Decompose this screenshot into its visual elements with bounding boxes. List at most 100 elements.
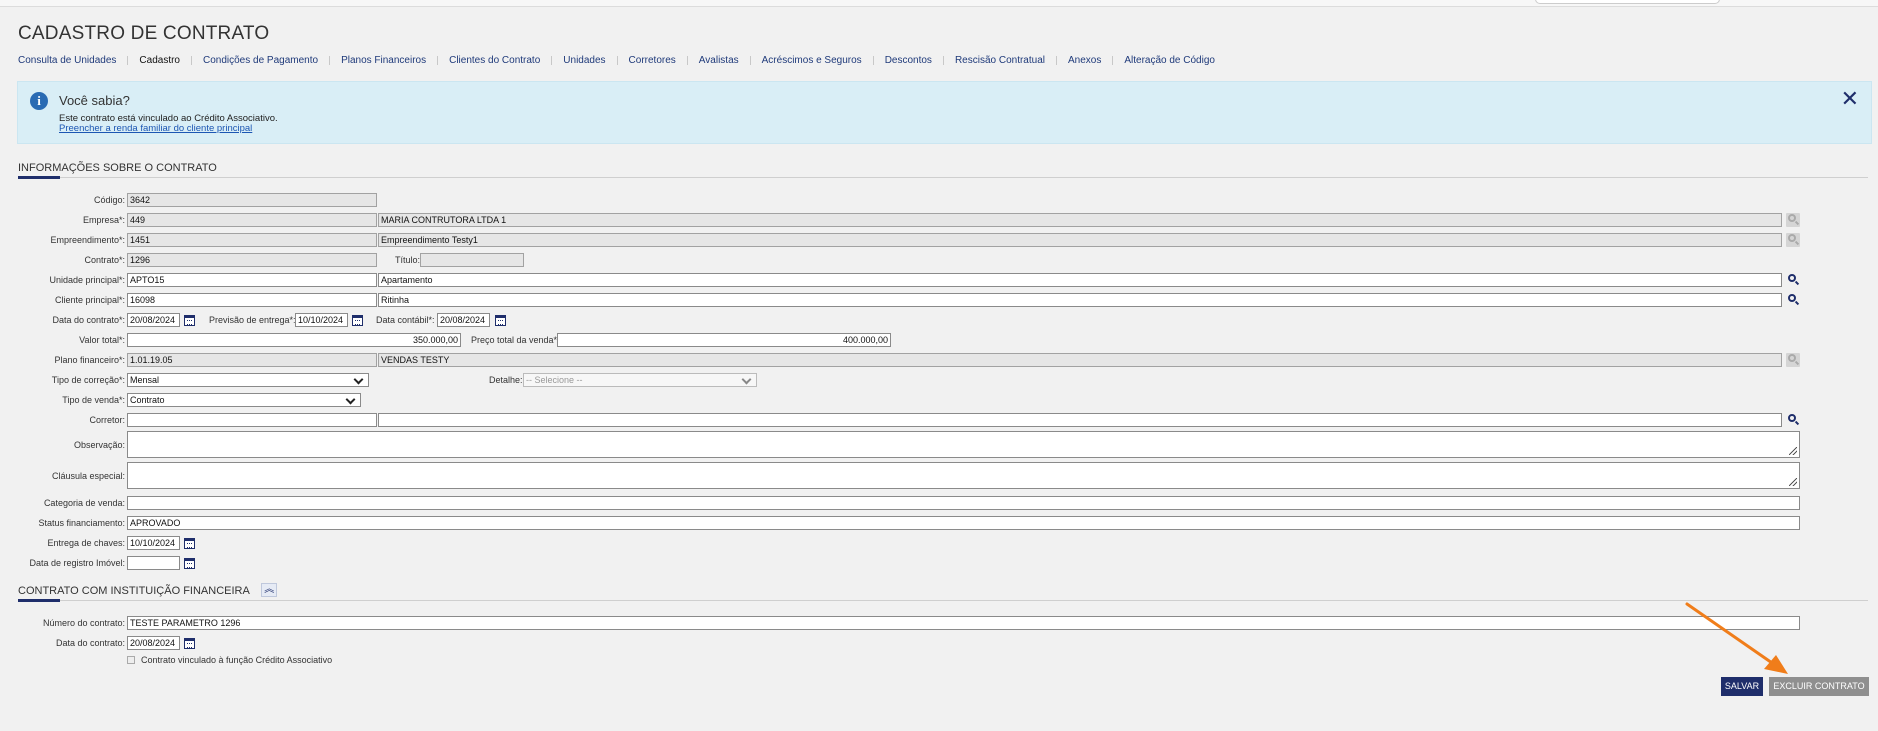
previsao-entrega-input[interactable]: 10/10/2024 (295, 313, 348, 327)
label-entrega-chaves: Entrega de chaves: (47, 538, 125, 548)
cliente-name-input[interactable]: Ritinha (378, 293, 1782, 307)
label-empreendimento: Empreendimento*: (50, 235, 125, 245)
tab-acrescimos-seguros[interactable]: Acréscimos e Seguros (762, 55, 862, 66)
delete-contract-button[interactable]: EXCLUIR CONTRATO (1769, 677, 1869, 696)
label-previsao-entrega: Previsão de entrega*: (209, 315, 296, 325)
contrato-field: 1296 (127, 253, 377, 267)
calendar-icon[interactable] (184, 538, 195, 549)
corretor-name-input[interactable] (378, 413, 1782, 427)
empreendimento-search-icon (1786, 233, 1800, 247)
label-unidade: Unidade principal*: (49, 275, 125, 285)
tab-planos-financeiros[interactable]: Planos Financeiros (341, 55, 426, 66)
observacao-textarea[interactable] (127, 431, 1800, 458)
section-title-fin: CONTRATO COM INSTITUIÇÃO FINANCEIRA (18, 585, 250, 597)
data-contrato-fin-input[interactable]: 20/08/2024 (127, 636, 180, 650)
tab-condicoes-pagamento[interactable]: Condições de Pagamento (203, 55, 318, 66)
plano-code-field: 1.01.19.05 (127, 353, 377, 367)
empresa-code-field: 449 (127, 213, 377, 227)
empreendimento-code-field: 1451 (127, 233, 377, 247)
empresa-name-field: MARIA CONTRUTORA LTDA 1 (378, 213, 1782, 227)
calendar-icon[interactable] (495, 315, 506, 326)
data-contabil-input[interactable]: 20/08/2024 (437, 313, 490, 327)
info-alert: i Você sabia? Este contrato está vincula… (17, 81, 1872, 144)
alert-link[interactable]: Preencher a renda familiar do cliente pr… (59, 123, 252, 134)
plano-search-icon (1786, 353, 1800, 367)
tipo-correcao-value: Mensal (130, 375, 160, 385)
save-button[interactable]: SALVAR (1721, 677, 1763, 696)
clausula-textarea[interactable] (127, 462, 1800, 489)
label-titulo: Título: (395, 255, 421, 265)
chevron-down-icon (741, 374, 752, 385)
corretor-search-icon[interactable] (1786, 413, 1800, 427)
tab-alteracao-codigo[interactable]: Alteração de Código (1124, 55, 1215, 66)
top-search-box[interactable] (1535, 0, 1720, 4)
label-observacao: Observação: (73, 440, 125, 450)
valor-total-input[interactable]: 350.000,00 (127, 333, 461, 347)
calendar-icon[interactable] (184, 315, 195, 326)
label-data-contrato-fin: Data do contrato: (55, 638, 125, 648)
detalhe-select: -- Selecione -- (523, 373, 757, 387)
label-registro-imovel: Data de registro Imóvel: (29, 558, 125, 568)
alert-title: Você sabia? (59, 93, 130, 108)
unidade-search-icon[interactable] (1786, 273, 1800, 287)
section-header-info: INFORMAÇÕES SOBRE O CONTRATO (18, 158, 1868, 179)
empresa-search-icon (1786, 213, 1800, 227)
section-title-info: INFORMAÇÕES SOBRE O CONTRATO (18, 162, 217, 174)
tab-cadastro[interactable]: Cadastro (139, 55, 180, 66)
numero-contrato-input[interactable]: TESTE PARAMETRO 1296 (127, 616, 1800, 630)
info-icon: i (30, 92, 48, 110)
label-clausula: Cláusula especial: (51, 471, 125, 481)
chevron-down-icon (345, 394, 356, 405)
credito-associativo-checkbox (127, 656, 135, 664)
tipo-correcao-select[interactable]: Mensal (127, 373, 369, 387)
tipo-venda-select[interactable]: Contrato (127, 393, 361, 407)
close-icon[interactable]: ✕ (1841, 88, 1859, 110)
cliente-search-icon[interactable] (1786, 293, 1800, 307)
chevron-down-icon (353, 374, 364, 385)
tab-rescisao-contratual[interactable]: Rescisão Contratual (955, 55, 1045, 66)
tab-clientes-contrato[interactable]: Clientes do Contrato (449, 55, 540, 66)
calendar-icon[interactable] (352, 315, 363, 326)
categoria-input[interactable] (127, 496, 1800, 510)
tab-consulta-unidades[interactable]: Consulta de Unidades (18, 55, 116, 66)
preco-total-input[interactable]: 400.000,00 (557, 333, 891, 347)
credito-associativo-label: Contrato vinculado à função Crédito Asso… (141, 655, 333, 665)
unidade-code-input[interactable]: APTO15 (127, 273, 377, 287)
collapse-up-icon[interactable]: ︽ (261, 582, 278, 597)
label-cliente: Cliente principal*: (54, 295, 125, 305)
data-contrato-input[interactable]: 20/08/2024 (127, 313, 180, 327)
entrega-chaves-input[interactable]: 10/10/2024 (127, 536, 180, 550)
titulo-field (420, 253, 524, 267)
page-title: CADASTRO DE CONTRATO (18, 23, 270, 44)
tipo-venda-value: Contrato (130, 395, 165, 405)
label-data-contrato: Data do contrato*: (52, 315, 125, 325)
label-empresa: Empresa*: (82, 215, 125, 225)
label-detalhe: Detalhe: (489, 375, 523, 385)
codigo-field: 3642 (127, 193, 377, 207)
tab-descontos[interactable]: Descontos (885, 55, 932, 66)
registro-imovel-input[interactable] (127, 556, 180, 570)
calendar-icon[interactable] (184, 558, 195, 569)
status-financiamento-input[interactable]: APROVADO (127, 516, 1800, 530)
label-data-contabil: Data contábil*: (376, 315, 435, 325)
label-corretor: Corretor: (89, 415, 125, 425)
plano-name-field: VENDAS TESTY (378, 353, 1782, 367)
section-header-fin: CONTRATO COM INSTITUIÇÃO FINANCEIRA ︽ (18, 581, 1868, 602)
corretor-code-input[interactable] (127, 413, 377, 427)
tab-bar: Consulta de Unidades Cadastro Condições … (18, 55, 1215, 66)
label-plano: Plano financeiro*: (54, 355, 125, 365)
unidade-name-input[interactable]: Apartamento (378, 273, 1782, 287)
label-categoria: Categoria de venda: (43, 498, 125, 508)
empreendimento-name-field: Empreendimento Testy1 (378, 233, 1782, 247)
cliente-code-input[interactable]: 16098 (127, 293, 377, 307)
detalhe-value: -- Selecione -- (526, 375, 583, 385)
label-contrato: Contrato*: (84, 255, 125, 265)
tab-anexos[interactable]: Anexos (1068, 55, 1101, 66)
label-codigo: Código: (93, 195, 125, 205)
tab-corretores[interactable]: Corretores (629, 55, 676, 66)
calendar-icon[interactable] (184, 638, 195, 649)
label-valor-total: Valor total*: (79, 335, 125, 345)
tab-unidades[interactable]: Unidades (563, 55, 605, 66)
tab-avalistas[interactable]: Avalistas (699, 55, 739, 66)
label-tipo-correcao: Tipo de correção*: (51, 375, 125, 385)
